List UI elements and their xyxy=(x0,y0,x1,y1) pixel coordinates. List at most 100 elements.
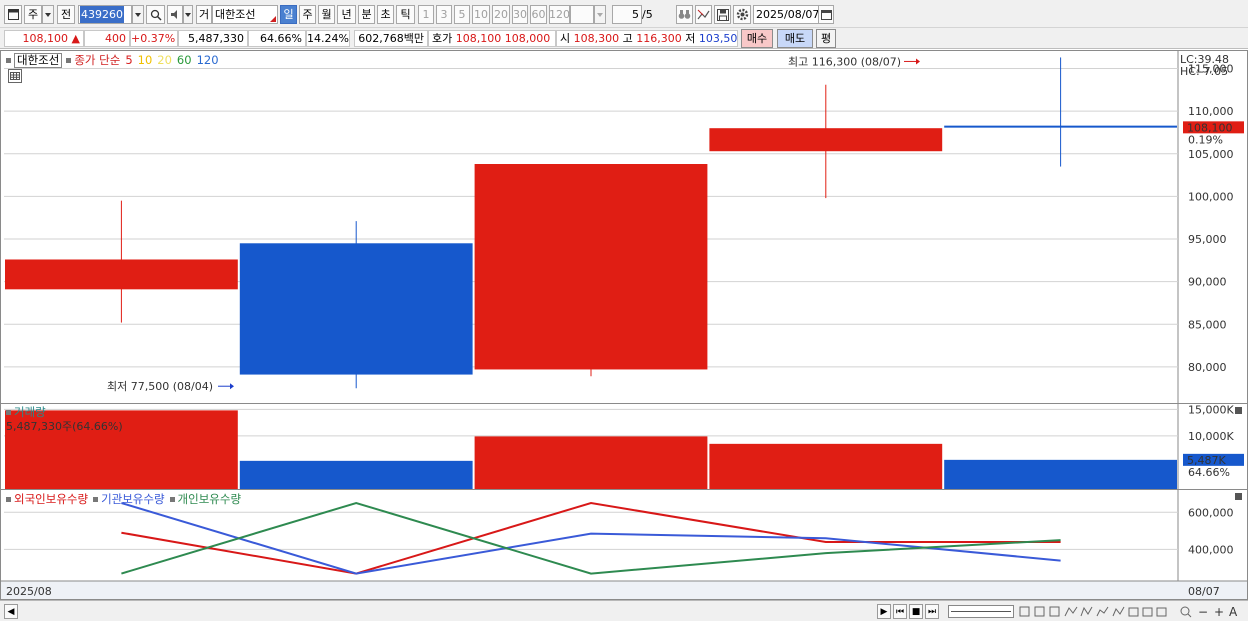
type-select[interactable]: 전 xyxy=(57,5,75,24)
period-tab-4[interactable]: 분 xyxy=(358,5,375,24)
ma-period-0[interactable]: 5 xyxy=(125,53,132,67)
high-annotation: 최고 116,300 (08/07) xyxy=(788,55,901,68)
candle-body[interactable] xyxy=(474,164,708,370)
scroll-right-button[interactable]: ▶ xyxy=(877,604,891,619)
zoom-icon[interactable] xyxy=(1180,606,1190,616)
window-icon xyxy=(7,9,19,20)
period-tab-1[interactable]: 주 xyxy=(299,5,316,24)
volume-bar[interactable] xyxy=(474,436,708,489)
ma-period-4[interactable]: 120 xyxy=(197,53,219,67)
count-total: /5 xyxy=(642,8,653,21)
stock-name: 대한조선 xyxy=(215,8,256,21)
stock-name-box[interactable]: 대한조선 xyxy=(14,52,63,68)
speaker-dropdown-arrow[interactable] xyxy=(183,5,193,24)
volume-tick-label: 15,000K xyxy=(1188,403,1234,416)
window-icon[interactable] xyxy=(1156,607,1167,617)
price-legend: 대한조선 종가 단순 5 10 20 60 120 xyxy=(6,52,224,68)
current-price: 108,100 ▲ xyxy=(4,30,84,47)
last-page-button[interactable]: ⏭ xyxy=(925,604,939,619)
zoom-slider[interactable] xyxy=(948,605,1014,618)
ma-legend-label[interactable]: 종가 단순 xyxy=(74,52,120,68)
period-tab-3[interactable]: 년 xyxy=(337,5,356,24)
volume-bar[interactable] xyxy=(944,459,1177,489)
tool-icons[interactable]: − + A xyxy=(1018,604,1244,619)
volume-bar[interactable] xyxy=(239,460,473,489)
copy-icon[interactable] xyxy=(1019,606,1030,617)
stock-name-field[interactable]: 대한조선 xyxy=(212,5,278,24)
count-input[interactable]: 5 xyxy=(612,5,642,24)
interval-button-0[interactable]: 1 xyxy=(418,5,434,24)
low-label: 저 xyxy=(685,32,696,45)
window-menu-button[interactable] xyxy=(4,5,22,24)
bottom-scrollbar[interactable]: ◀ ▶ ⏮ ■ ⏭ − + A xyxy=(0,600,1248,621)
scroll-left-button[interactable]: ◀ xyxy=(4,604,18,619)
chevron-down-icon xyxy=(45,12,51,17)
price-tick-label: 110,000 xyxy=(1188,105,1234,118)
market-dropdown-arrow[interactable] xyxy=(42,5,54,24)
buy-button[interactable]: 매수 xyxy=(741,29,773,48)
chart-canvas[interactable]: 115,000110,000105,000100,00095,00090,000… xyxy=(0,50,1248,600)
stop-button[interactable]: ■ xyxy=(909,604,923,619)
candle-body[interactable] xyxy=(709,128,943,152)
volume-bar[interactable] xyxy=(709,443,943,489)
holdings-series-label-0[interactable]: 외국인보유수량 xyxy=(14,491,88,507)
candle-body[interactable] xyxy=(944,125,1177,128)
date-input[interactable]: 2025/08/07 xyxy=(753,5,819,24)
zigzag-icon[interactable] xyxy=(1112,606,1125,617)
minus-icon[interactable]: − xyxy=(1198,605,1208,619)
grid-toggle-button[interactable] xyxy=(8,69,22,83)
ma-period-3[interactable]: 60 xyxy=(177,53,192,67)
ma-period-1[interactable]: 10 xyxy=(138,53,153,67)
panel-menu-icon[interactable] xyxy=(1235,493,1242,500)
chart-area[interactable]: 115,000 110,000 105,000 100,000 95,000 90,000… xyxy=(0,50,1248,600)
interval-button-5[interactable]: 30 xyxy=(512,5,528,24)
font-size-icon[interactable]: A xyxy=(1229,605,1238,619)
ma-period-2[interactable]: 20 xyxy=(157,53,172,67)
market-select[interactable]: 주 xyxy=(24,5,42,24)
multi-window-icon[interactable] xyxy=(1034,606,1045,617)
settings-button[interactable] xyxy=(733,5,751,24)
restore-icon[interactable] xyxy=(1142,607,1153,617)
stock-code-input[interactable]: 439260 xyxy=(78,5,132,24)
interval-dropdown-arrow[interactable] xyxy=(594,5,606,24)
interval-button-3[interactable]: 10 xyxy=(472,5,490,24)
interval-custom-input[interactable] xyxy=(570,5,594,24)
speaker-button[interactable] xyxy=(167,5,183,24)
search-button[interactable] xyxy=(146,5,165,24)
low-annotation: 최저 77,500 (08/04) xyxy=(107,380,213,393)
interval-button-2[interactable]: 5 xyxy=(454,5,470,24)
save-button[interactable] xyxy=(714,5,731,24)
interval-button-1[interactable]: 3 xyxy=(436,5,452,24)
overlay-icon[interactable] xyxy=(1128,607,1139,617)
period-tab-5[interactable]: 초 xyxy=(377,5,394,24)
evaluate-button[interactable]: 평 xyxy=(816,29,836,48)
period-tab-6[interactable]: 틱 xyxy=(396,5,415,24)
period-tab-0[interactable]: 일 xyxy=(280,5,297,24)
trend-icon[interactable] xyxy=(1064,606,1078,617)
panel-menu-icon[interactable] xyxy=(1235,407,1242,414)
rewind-icon: ⏮ xyxy=(895,606,905,617)
plus-icon[interactable]: + xyxy=(1214,605,1224,619)
wave-icon[interactable] xyxy=(1096,606,1109,617)
interval-button-4[interactable]: 20 xyxy=(492,5,510,24)
holdings-series-label-2[interactable]: 개인보유수량 xyxy=(178,491,241,507)
interval-button-6[interactable]: 60 xyxy=(530,5,547,24)
split-icon[interactable] xyxy=(1049,606,1060,617)
sell-button[interactable]: 매도 xyxy=(777,29,813,48)
period-tab-2[interactable]: 월 xyxy=(318,5,335,24)
binoculars-button[interactable] xyxy=(676,5,693,24)
chevron-down-icon xyxy=(185,12,191,17)
line-tool-icon[interactable] xyxy=(1080,606,1093,617)
candle-body[interactable] xyxy=(239,243,473,375)
ma-periods: 5 10 20 60 120 xyxy=(125,53,223,67)
stop-icon: ■ xyxy=(911,606,921,617)
code-dropdown-arrow[interactable] xyxy=(132,5,144,24)
holdings-series-label-1[interactable]: 기관보유수량 xyxy=(101,491,164,507)
candle-body[interactable] xyxy=(5,259,238,290)
interval-button-7[interactable]: 120 xyxy=(549,5,570,24)
calendar-icon xyxy=(820,10,832,20)
change-value: 400 xyxy=(84,30,130,47)
calendar-button[interactable] xyxy=(818,5,834,24)
first-page-button[interactable]: ⏮ xyxy=(893,604,907,619)
draw-tool-button[interactable] xyxy=(695,5,712,24)
